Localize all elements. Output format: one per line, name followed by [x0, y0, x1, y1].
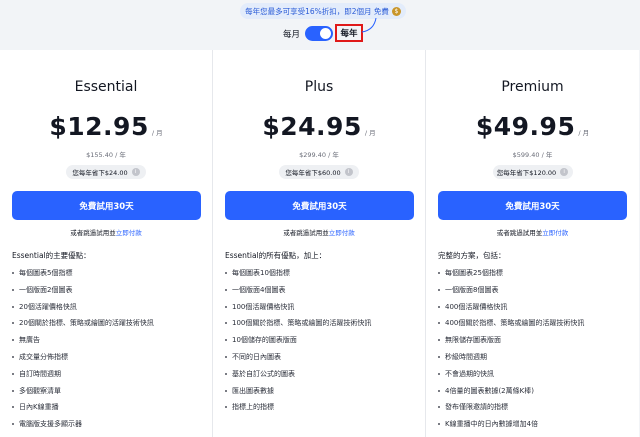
info-icon[interactable]: i [560, 168, 569, 176]
pointer-curve-icon [361, 18, 377, 33]
monthly-label[interactable]: 每月 [283, 28, 300, 40]
price-period: / 月 [151, 129, 163, 137]
buy-now-text: 或者跳過試用並立即付款 [438, 227, 627, 237]
saving-text: 您每年省下$24.00 [72, 169, 128, 177]
feature-item: 成交量分佈指標 [12, 351, 200, 368]
buy-now-text: 或者跳過試用並立即付款 [225, 227, 413, 237]
yearly-price: $299.40 / 年 [299, 151, 339, 159]
buy-now-link[interactable]: 立即付款 [542, 229, 568, 237]
feature-item: 指標上的指標 [225, 401, 413, 418]
feature-item: 秒級時間週期 [438, 351, 627, 368]
feature-item: 4倍量的圖表數據(2萬條K棒) [438, 385, 627, 402]
feature-item: 每個圖表25個指標 [438, 267, 627, 284]
features-title: 完整的方案，包括： [438, 251, 506, 260]
feature-item: 20個關於指標、策略或繪圖的活躍技術快訊 [12, 317, 200, 334]
discount-promo-banner: 每年您最多可享受16%折扣，即2個月 免費 $ [240, 3, 406, 19]
feature-item: 不同的日內圖表 [225, 351, 413, 368]
buy-now-prefix: 或者跳過試用並 [283, 229, 329, 237]
plan-price: $24.95 [262, 112, 362, 141]
features-title: Essential的所有優點，加上： [225, 251, 327, 260]
feature-item: 多個觀察清單 [12, 385, 200, 402]
pricing-cards: Essential $12.95/ 月 $155.40 / 年 您每年省下$24… [0, 50, 640, 437]
feature-item: K線重播中的日內數據增加4倍 [438, 418, 627, 435]
feature-item: 日內K線重播 [12, 401, 200, 418]
promo-text: 每年您最多可享受16%折扣，即2個月 免費 [245, 6, 389, 16]
plan-name: Plus [304, 79, 334, 95]
billing-toggle: 每月 每年 [0, 18, 640, 44]
info-icon[interactable]: i [131, 168, 140, 176]
plan-card-premium: Premium $49.95/ 月 $599.40 / 年 您每年省下$120.… [426, 50, 639, 437]
feature-item: 400個活躍價格快訊 [438, 301, 627, 318]
feature-item: 無廣告 [12, 334, 200, 351]
feature-item: 發布僅限邀請的指標 [438, 401, 627, 418]
plan-name: Premium [501, 79, 564, 95]
feature-item: 基於自訂公式的圖表 [225, 368, 413, 385]
feature-item: 20個活躍價格快訊 [12, 301, 200, 318]
info-icon[interactable]: i [344, 168, 353, 176]
free-trial-button[interactable]: 免費試用30天 [12, 191, 201, 220]
billing-period-switch[interactable] [305, 26, 333, 41]
feature-item: 100個關於指標、策略或繪圖的活躍技術快訊 [225, 317, 413, 334]
features-list: 每個圖表5個指標 一個版面2個圖表 20個活躍價格快訊 20個關於指標、策略或繪… [12, 267, 200, 435]
free-trial-button[interactable]: 免費試用30天 [225, 191, 414, 220]
saving-badge: 您每年省下$120.00 i [492, 165, 573, 179]
saving-badge: 您每年省下$60.00 i [279, 165, 359, 179]
features-list: 每個圖表10個指標 一個版面4個圖表 100個活躍價格快訊 100個關於指標、策… [225, 267, 413, 418]
feature-item: 10個儲存的圖表版面 [225, 334, 413, 351]
buy-now-link[interactable]: 立即付款 [116, 229, 142, 237]
price-row: $24.95/ 月 [225, 112, 413, 141]
coin-icon: $ [391, 6, 401, 16]
feature-item: 無限儲存圖表版面 [438, 334, 627, 351]
feature-item: 100個活躍價格快訊 [225, 301, 413, 318]
price-row: $12.95/ 月 [12, 112, 200, 141]
price-period: / 月 [578, 129, 590, 137]
yearly-price: $155.40 / 年 [86, 151, 126, 159]
price-period: / 月 [364, 129, 376, 137]
price-row: $49.95/ 月 [438, 112, 627, 141]
plan-name: Essential [74, 79, 138, 95]
saving-text: 您每年省下$120.00 [496, 169, 557, 177]
saving-text: 您每年省下$60.00 [285, 169, 341, 177]
saving-badge: 您每年省下$24.00 i [66, 165, 146, 179]
feature-item: 電腦版支援多顯示器 [12, 418, 200, 435]
plan-price: $49.95 [475, 112, 576, 141]
buy-now-prefix: 或者跳過試用並 [70, 229, 116, 237]
feature-item: 400個關於指標、策略或繪圖的活躍技術快訊 [438, 317, 627, 334]
buy-now-prefix: 或者跳過試用並 [496, 229, 543, 237]
plan-card-essential: Essential $12.95/ 月 $155.40 / 年 您每年省下$24… [0, 50, 213, 437]
buy-now-text: 或者跳過試用並立即付款 [12, 227, 200, 237]
feature-item: 自訂時間週期 [12, 368, 200, 385]
feature-item: 一個版面8個圖表 [438, 284, 627, 301]
plan-price: $12.95 [49, 112, 149, 141]
feature-item: 不會過期的快訊 [438, 368, 627, 385]
switch-knob [320, 28, 331, 39]
buy-now-link[interactable]: 立即付款 [329, 229, 355, 237]
yearly-label[interactable]: 每年 [335, 24, 363, 42]
feature-item: 每個圖表10個指標 [225, 267, 413, 284]
feature-item: 匯出圖表數據 [225, 385, 413, 402]
feature-item: 每個圖表5個指標 [12, 267, 200, 284]
plan-card-plus: Plus $24.95/ 月 $299.40 / 年 您每年省下$60.00 i … [213, 50, 426, 437]
free-trial-button[interactable]: 免費試用30天 [438, 191, 627, 220]
feature-item: 一個版面4個圖表 [225, 284, 413, 301]
features-title: Essential的主要優點： [12, 251, 91, 260]
features-list: 每個圖表25個指標 一個版面8個圖表 400個活躍價格快訊 400個關於指標、策… [438, 267, 627, 435]
yearly-price: $599.40 / 年 [512, 151, 553, 159]
feature-item: 一個版面2個圖表 [12, 284, 200, 301]
